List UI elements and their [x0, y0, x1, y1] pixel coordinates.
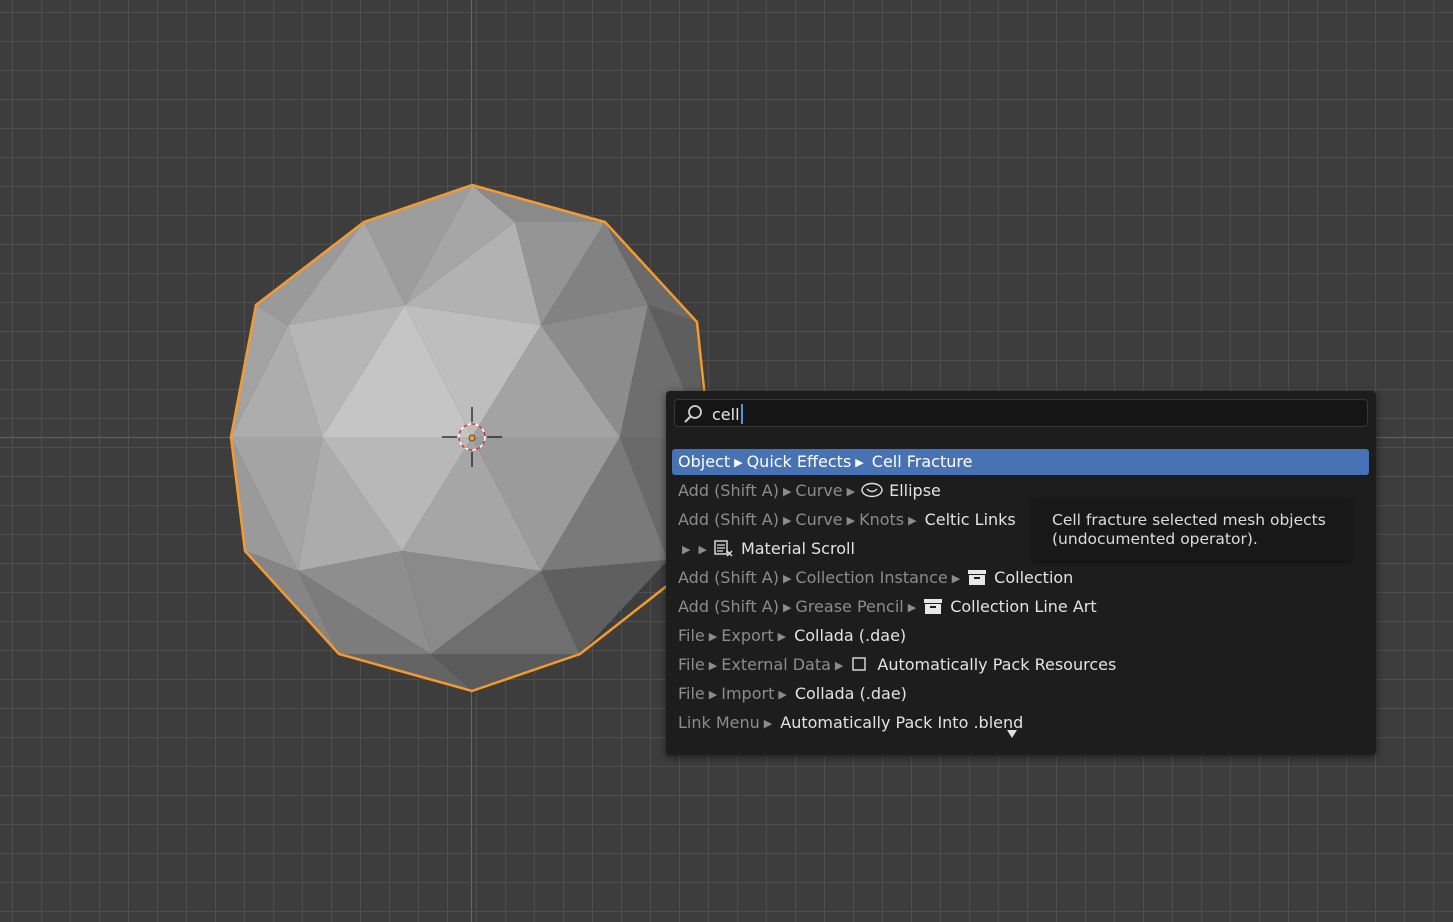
path-separator-arrow-icon: ▶ — [907, 601, 917, 614]
path-separator-arrow-icon: ▶ — [708, 630, 718, 643]
path-separator-arrow-icon: ▶ — [734, 456, 743, 469]
path-separator-arrow-icon: ▶ — [855, 456, 864, 469]
path-separator-arrow-icon: ▶ — [782, 572, 792, 585]
result-label: Cell Fracture — [871, 452, 973, 471]
search-result-item[interactable]: Add (Shift A) ▶ Grease Pencil ▶ Collection L… — [672, 594, 1369, 620]
tooltip-line-2: (undocumented operator). — [1052, 530, 1258, 548]
search-result-item[interactable]: Add (Shift A) ▶ Collection Instance ▶ Collec… — [672, 565, 1369, 591]
result-path-segment: File — [678, 655, 705, 674]
path-separator-arrow-icon: ▶ — [708, 659, 718, 672]
path-separator-arrow-icon: ▶ — [698, 543, 707, 556]
result-path-segment: File — [678, 626, 705, 645]
result-path-segment: Import — [721, 684, 775, 703]
search-result-item[interactable]: File ▶ Export ▶ Collada (.dae) — [672, 623, 1369, 649]
result-label: Collada (.dae) — [794, 626, 907, 645]
result-path-segment: Add (Shift A) — [678, 481, 779, 500]
path-separator-arrow-icon: ▶ — [846, 514, 856, 527]
result-label: Collection — [994, 568, 1074, 587]
checkbox-icon — [849, 655, 871, 673]
result-path-segment: Add (Shift A) — [678, 510, 779, 529]
ellipse-icon — [861, 481, 883, 499]
path-separator-arrow-icon: ▶ — [763, 717, 773, 730]
collection-box-icon — [966, 568, 988, 586]
scroll-down-arrow-icon[interactable] — [1006, 729, 1018, 739]
path-separator-arrow-icon: ▶ — [782, 601, 792, 614]
result-label: Collada (.dae) — [794, 684, 907, 703]
result-path-segment: Export — [721, 626, 774, 645]
result-path-segment: Curve — [795, 481, 843, 500]
search-result-item[interactable]: Link Menu ▶ Automatically Pack Into .blend — [672, 710, 1369, 736]
path-separator-arrow-icon: ▶ — [846, 485, 856, 498]
search-input[interactable]: cell — [674, 399, 1368, 427]
result-label: Material Scroll — [740, 539, 855, 558]
search-result-item[interactable]: Object ▶ Quick Effects ▶ Cell Fracture — [672, 449, 1369, 475]
result-path-segment: External Data — [721, 655, 831, 674]
result-path-segment: Curve — [795, 510, 843, 529]
tooltip-line-1: Cell fracture selected mesh objects — [1052, 511, 1326, 529]
path-separator-arrow-icon: ▶ — [777, 630, 787, 643]
result-path-segment: Add (Shift A) — [678, 568, 779, 587]
path-separator-arrow-icon: ▶ — [708, 688, 718, 701]
result-path-segment: Grease Pencil — [795, 597, 904, 616]
result-path-segment: Quick Effects — [746, 452, 852, 471]
path-separator-arrow-icon: ▶ — [834, 659, 844, 672]
search-query-text: cell — [712, 405, 740, 424]
result-label: Ellipse — [889, 481, 941, 500]
result-path-segment: Link Menu — [678, 713, 760, 732]
result-path-segment: Add (Shift A) — [678, 597, 779, 616]
operator-search-popup: cell Object ▶ Quick Effects ▶ Cell Fracture A… — [666, 391, 1376, 755]
3d-viewport[interactable]: cell Object ▶ Quick Effects ▶ Cell Fracture A… — [0, 0, 1453, 922]
path-separator-arrow-icon: ▶ — [782, 485, 792, 498]
result-label: Automatically Pack Resources — [877, 655, 1117, 674]
material-scroll-icon — [713, 539, 735, 557]
search-result-item[interactable]: File ▶ External Data ▶ Automatically Pack Re… — [672, 652, 1369, 678]
path-separator-arrow-icon: ▶ — [951, 572, 961, 585]
path-separator-arrow-icon: ▶ — [782, 514, 792, 527]
result-label: Celtic Links — [924, 510, 1016, 529]
path-separator-arrow-icon: ▶ — [682, 543, 691, 556]
search-result-item[interactable]: File ▶ Import ▶ Collada (.dae) — [672, 681, 1369, 707]
path-separator-arrow-icon: ▶ — [908, 514, 917, 527]
collection-box-icon — [922, 597, 944, 615]
path-separator-arrow-icon: ▶ — [778, 688, 787, 701]
result-label: Automatically Pack Into .blend — [780, 713, 1024, 732]
result-path-segment: Object — [678, 452, 731, 471]
search-icon — [684, 405, 702, 423]
text-caret — [740, 404, 743, 424]
result-path-segment: File — [678, 684, 705, 703]
result-path-segment: Collection Instance — [795, 568, 948, 587]
tooltip: Cell fracture selected mesh objects (und… — [1034, 499, 1350, 561]
result-path-segment: Knots — [859, 510, 905, 529]
result-label: Collection Line Art — [950, 597, 1097, 616]
